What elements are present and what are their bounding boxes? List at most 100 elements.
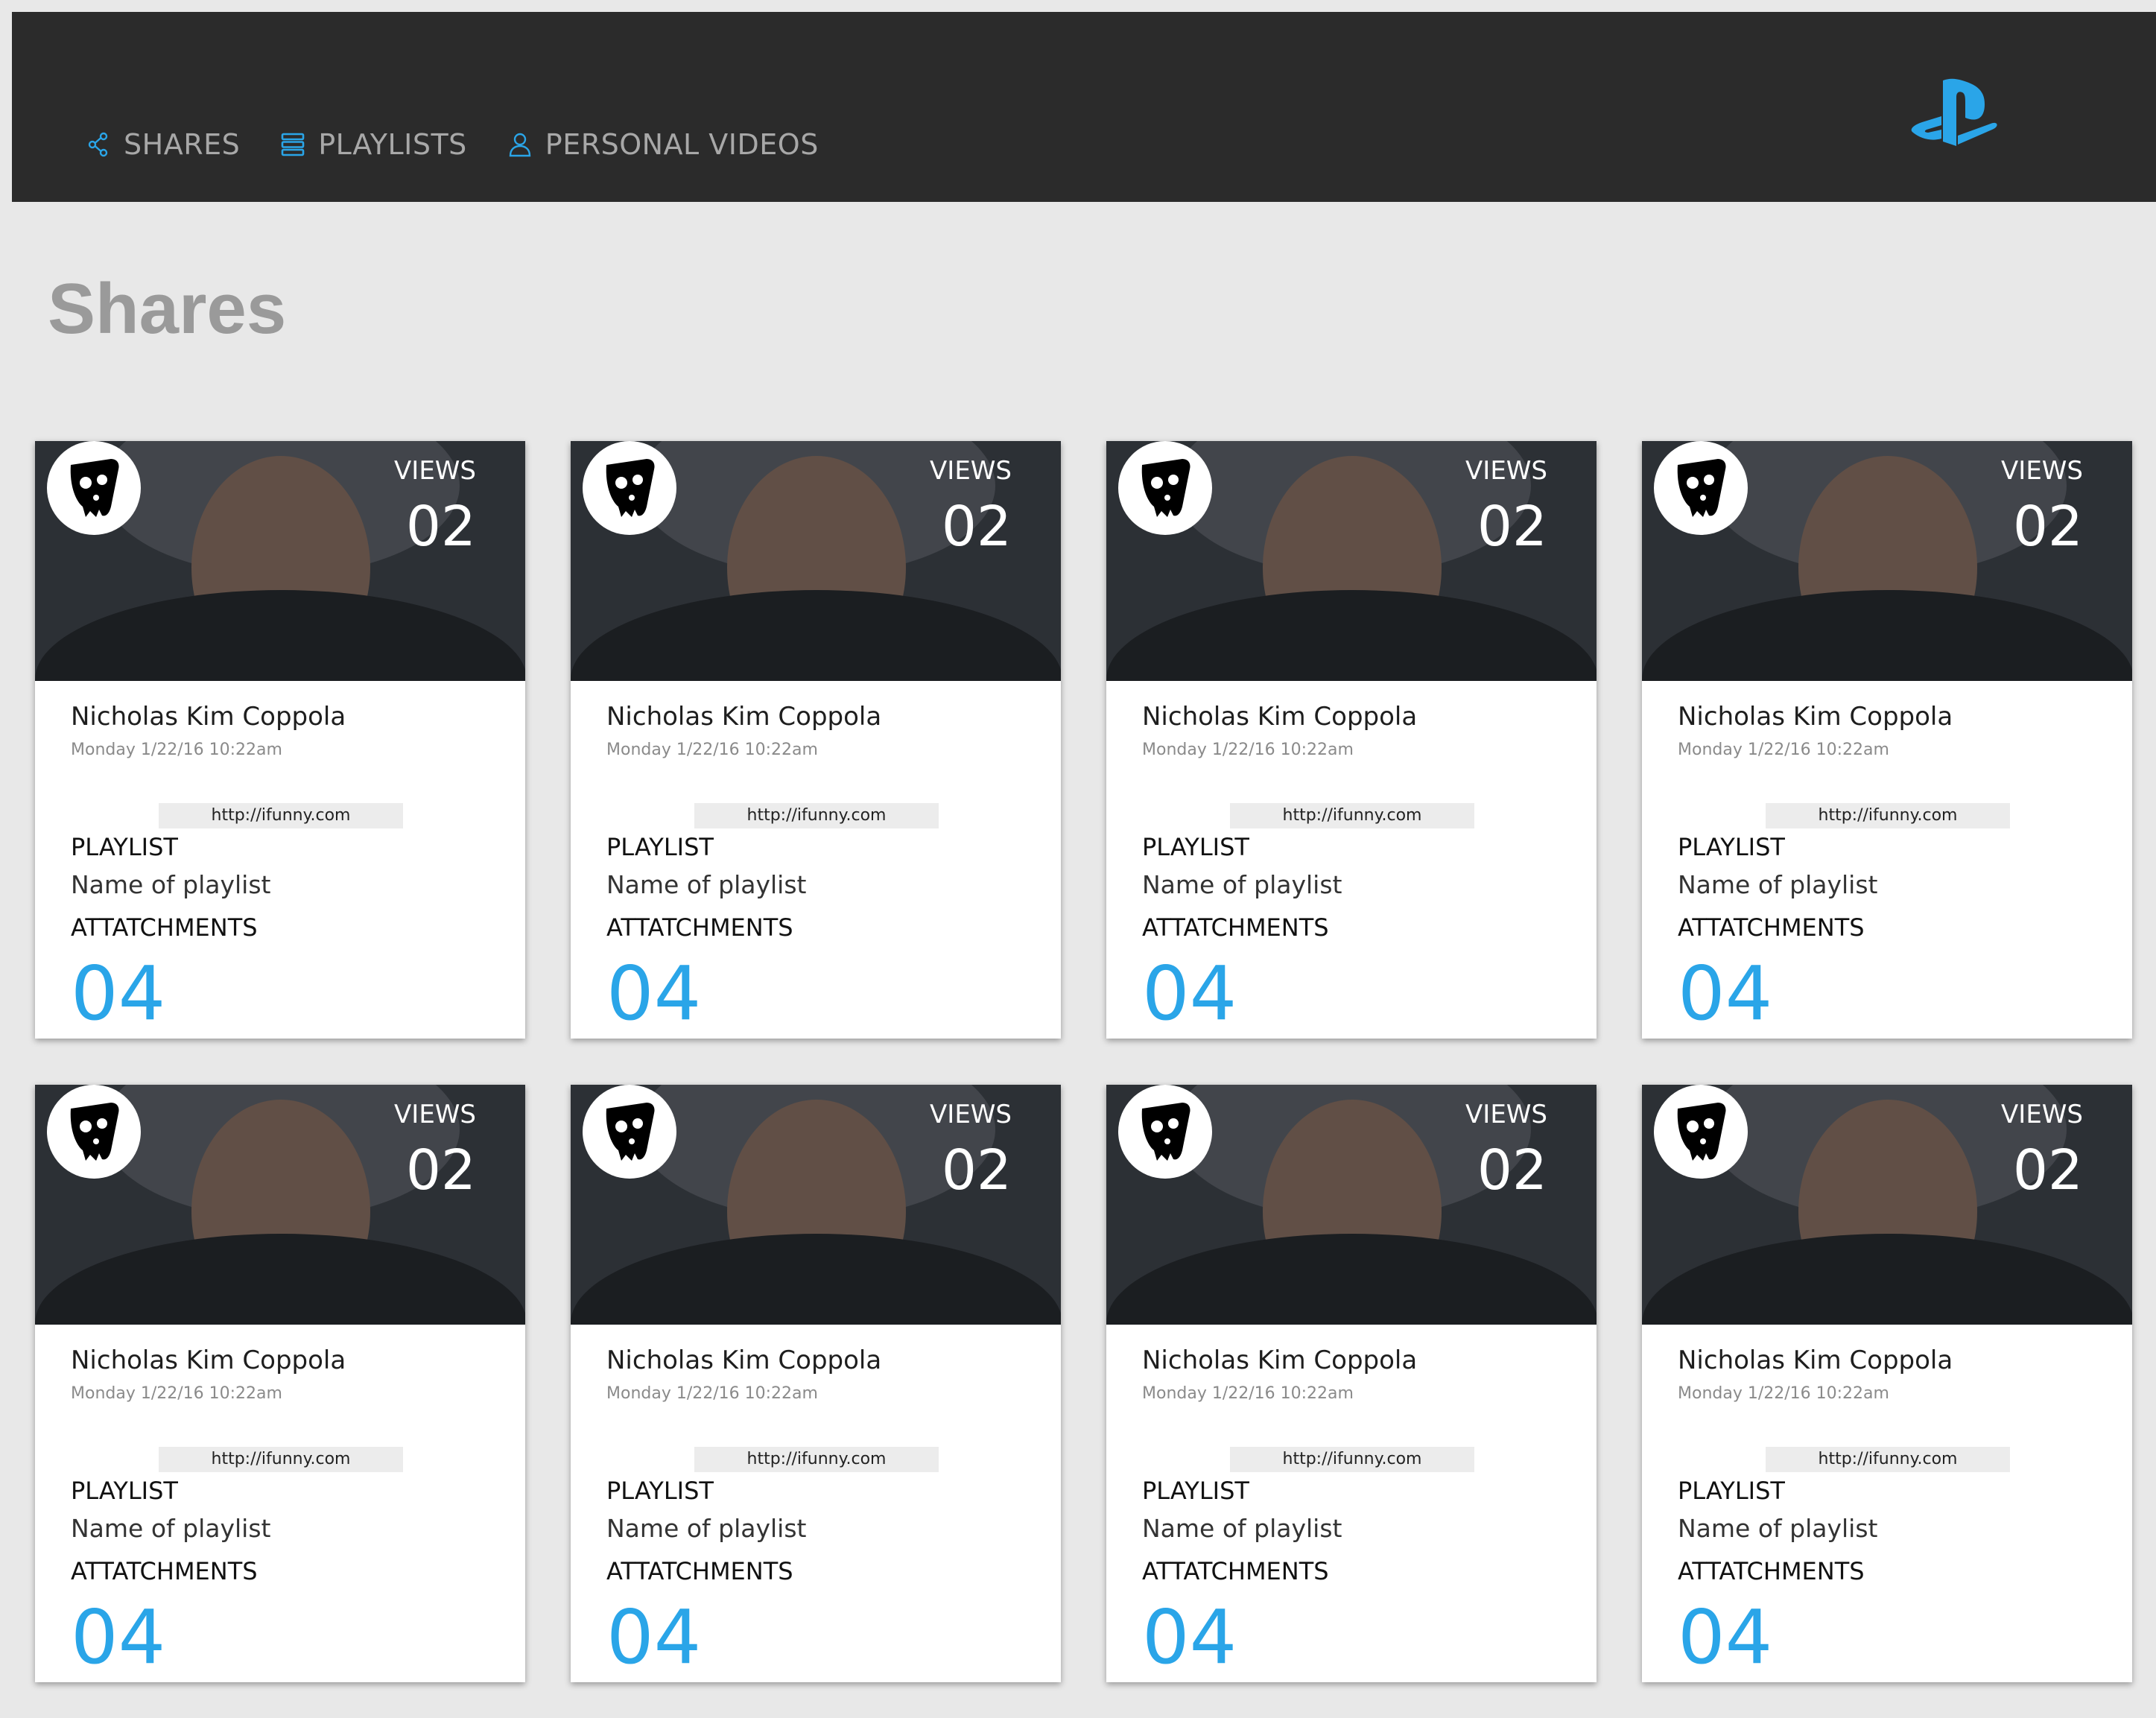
card-thumbnail[interactable]: VIEWS 02 [1106, 441, 1597, 681]
share-card[interactable]: VIEWS 02 Nicholas Kim Coppola Monday 1/2… [1106, 441, 1597, 1039]
card-thumbnail[interactable]: VIEWS 02 [571, 1085, 1061, 1325]
skull-icon [70, 1103, 119, 1161]
views-count: 02 [941, 495, 1012, 559]
playlist-label: PLAYLIST [1678, 1477, 1785, 1505]
share-date: Monday 1/22/16 10:22am [1142, 741, 1354, 759]
attachments-label: ATTATCHMENTS [606, 913, 793, 942]
share-date: Monday 1/22/16 10:22am [606, 1384, 818, 1403]
skull-avatar[interactable] [583, 441, 676, 535]
views-label: VIEWS [930, 456, 1012, 486]
views-label: VIEWS [1465, 1100, 1547, 1129]
card-thumbnail[interactable]: VIEWS 02 [1642, 1085, 2132, 1325]
views-count: 02 [2012, 1138, 2083, 1202]
attachments-label: ATTATCHMENTS [71, 1557, 258, 1585]
share-card[interactable]: VIEWS 02 Nicholas Kim Coppola Monday 1/2… [35, 441, 525, 1039]
views-label: VIEWS [2001, 1100, 2083, 1129]
share-date: Monday 1/22/16 10:22am [1142, 1384, 1354, 1403]
views-label: VIEWS [394, 1100, 476, 1129]
share-card[interactable]: VIEWS 02 Nicholas Kim Coppola Monday 1/2… [571, 441, 1061, 1039]
share-url-link[interactable]: http://ifunny.com [1230, 803, 1474, 828]
playlist-name: Name of playlist [606, 1514, 807, 1543]
skull-avatar[interactable] [1654, 1085, 1748, 1179]
share-icon [88, 132, 108, 157]
attachments-count: 04 [606, 1594, 702, 1681]
nav-item-personal-videos[interactable]: PERSONAL VIDEOS [508, 128, 819, 161]
share-date: Monday 1/22/16 10:22am [606, 741, 818, 759]
owner-name: Nicholas Kim Coppola [71, 702, 346, 732]
attachments-count: 04 [1142, 950, 1237, 1037]
list-icon [281, 133, 305, 156]
page-title: Shares [48, 269, 287, 349]
views-count: 02 [2012, 495, 2083, 559]
nav-item-shares[interactable]: SHARES [86, 128, 240, 161]
card-thumbnail[interactable]: VIEWS 02 [1106, 1085, 1597, 1325]
playlist-label: PLAYLIST [606, 833, 714, 861]
share-url-link[interactable]: http://ifunny.com [694, 1447, 939, 1472]
views-label: VIEWS [2001, 456, 2083, 486]
share-card[interactable]: VIEWS 02 Nicholas Kim Coppola Monday 1/2… [1642, 441, 2132, 1039]
attachments-label: ATTATCHMENTS [1142, 1557, 1329, 1585]
share-url-link[interactable]: http://ifunny.com [159, 803, 403, 828]
playlist-label: PLAYLIST [1142, 1477, 1249, 1505]
skull-icon [1141, 459, 1190, 517]
skull-avatar[interactable] [47, 1085, 141, 1179]
skull-icon [1141, 1103, 1190, 1161]
share-card[interactable]: VIEWS 02 Nicholas Kim Coppola Monday 1/2… [35, 1085, 525, 1682]
nav-label-shares: SHARES [124, 128, 241, 161]
card-thumbnail[interactable]: VIEWS 02 [1642, 441, 2132, 681]
share-url-link[interactable]: http://ifunny.com [1230, 1447, 1474, 1472]
views-count: 02 [405, 495, 476, 559]
user-icon [509, 133, 530, 157]
attachments-count: 04 [606, 950, 702, 1037]
card-thumbnail[interactable]: VIEWS 02 [35, 1085, 525, 1325]
share-date: Monday 1/22/16 10:22am [71, 1384, 282, 1403]
owner-name: Nicholas Kim Coppola [1142, 702, 1418, 732]
views-count: 02 [941, 1138, 1012, 1202]
card-thumbnail[interactable]: VIEWS 02 [35, 441, 525, 681]
main-nav: SHARES PLAYLISTS PERSONAL VIDEOS [86, 122, 860, 167]
playlist-name: Name of playlist [71, 870, 271, 899]
share-url-link[interactable]: http://ifunny.com [1766, 1447, 2010, 1472]
nav-label-personal-videos: PERSONAL VIDEOS [545, 128, 819, 161]
page: SHARES PLAYLISTS PERSONAL VIDEOS Shares … [0, 0, 2156, 1718]
share-url-link[interactable]: http://ifunny.com [1766, 803, 2010, 828]
playlist-name: Name of playlist [1142, 1514, 1342, 1543]
share-card[interactable]: VIEWS 02 Nicholas Kim Coppola Monday 1/2… [1106, 1085, 1597, 1682]
owner-name: Nicholas Kim Coppola [1678, 1345, 1953, 1375]
owner-name: Nicholas Kim Coppola [71, 1345, 346, 1375]
playlist-name: Name of playlist [1678, 870, 1878, 899]
share-card[interactable]: VIEWS 02 Nicholas Kim Coppola Monday 1/2… [571, 1085, 1061, 1682]
skull-avatar[interactable] [1654, 441, 1748, 535]
top-navigation-bar: SHARES PLAYLISTS PERSONAL VIDEOS [12, 12, 2156, 202]
attachments-count: 04 [1678, 950, 1773, 1037]
skull-avatar[interactable] [47, 441, 141, 535]
playlist-name: Name of playlist [1142, 870, 1342, 899]
playlist-label: PLAYLIST [606, 1477, 714, 1505]
card-thumbnail[interactable]: VIEWS 02 [571, 441, 1061, 681]
share-url-link[interactable]: http://ifunny.com [159, 1447, 403, 1472]
skull-icon [1677, 459, 1726, 517]
attachments-label: ATTATCHMENTS [1142, 913, 1329, 942]
share-card[interactable]: VIEWS 02 Nicholas Kim Coppola Monday 1/2… [1642, 1085, 2132, 1682]
playlist-label: PLAYLIST [71, 833, 178, 861]
attachments-label: ATTATCHMENTS [71, 913, 258, 942]
skull-avatar[interactable] [1118, 441, 1212, 535]
playstation-logo[interactable] [1910, 77, 2000, 149]
playlist-name: Name of playlist [1678, 1514, 1878, 1543]
attachments-label: ATTATCHMENTS [1678, 913, 1865, 942]
attachments-count: 04 [71, 950, 166, 1037]
owner-name: Nicholas Kim Coppola [606, 702, 882, 732]
attachments-count: 04 [1678, 1594, 1773, 1681]
share-date: Monday 1/22/16 10:22am [1678, 1384, 1889, 1403]
nav-item-playlists[interactable]: PLAYLISTS [281, 128, 467, 161]
share-date: Monday 1/22/16 10:22am [71, 741, 282, 759]
skull-avatar[interactable] [583, 1085, 676, 1179]
owner-name: Nicholas Kim Coppola [606, 1345, 882, 1375]
skull-icon [606, 1103, 655, 1161]
share-url-link[interactable]: http://ifunny.com [694, 803, 939, 828]
playlist-label: PLAYLIST [1678, 833, 1785, 861]
shares-grid: VIEWS 02 Nicholas Kim Coppola Monday 1/2… [35, 441, 2132, 1682]
skull-avatar[interactable] [1118, 1085, 1212, 1179]
attachments-count: 04 [71, 1594, 166, 1681]
owner-name: Nicholas Kim Coppola [1142, 1345, 1418, 1375]
